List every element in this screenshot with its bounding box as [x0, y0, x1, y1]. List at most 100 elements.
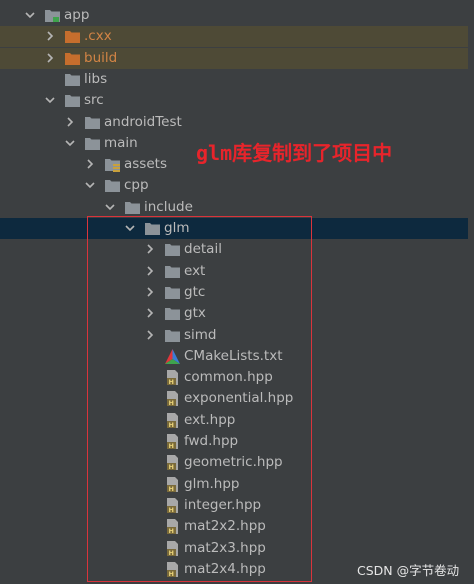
- assets-folder-icon: [104, 157, 121, 173]
- tree-row-integer-hpp[interactable]: Hinteger.hpp: [0, 495, 474, 516]
- module-folder-icon: [44, 8, 61, 23]
- excluded-folder-icon: [64, 51, 81, 66]
- tree-row-label: mat2x3.hpp: [184, 539, 266, 556]
- folder-icon: [164, 306, 181, 321]
- tree-row-mat2x2-hpp[interactable]: Hmat2x2.hpp: [0, 516, 474, 537]
- annotation-text: glm库复制到了项目中: [196, 141, 393, 165]
- chevron-down-icon[interactable]: [104, 197, 118, 218]
- header-file-icon: H: [164, 519, 181, 535]
- header-file-icon: H: [164, 497, 181, 514]
- tree-row-exponential-hpp[interactable]: Hexponential.hpp: [0, 388, 474, 409]
- watermark: CSDN @字节卷动: [357, 563, 460, 578]
- tree-row-fwd-hpp[interactable]: Hfwd.hpp: [0, 431, 474, 452]
- excluded-folder-icon: [64, 29, 81, 44]
- header-file-icon: H: [164, 370, 181, 386]
- tree-row-label: src: [84, 92, 104, 109]
- tree-row-label: fwd.hpp: [184, 433, 239, 449]
- chevron-right-icon[interactable]: [144, 282, 158, 303]
- folder-icon: [164, 242, 181, 257]
- chevron-down-icon[interactable]: [44, 90, 58, 111]
- tree-row-detail[interactable]: detail: [0, 239, 474, 260]
- tree-row-app[interactable]: app: [0, 5, 474, 26]
- chevron-right-icon[interactable]: [144, 261, 158, 282]
- chevron-right-icon[interactable]: [64, 112, 78, 133]
- svg-text:H: H: [169, 399, 174, 406]
- tree-row-common-hpp[interactable]: Hcommon.hpp: [0, 367, 474, 388]
- tree-row-label: gtc: [184, 283, 206, 300]
- chevron-right-icon[interactable]: [144, 325, 158, 346]
- tree-row-label: glm: [164, 220, 190, 236]
- tree-row-label: cpp: [124, 177, 149, 194]
- tree-row-ext-hpp[interactable]: Hext.hpp: [0, 410, 474, 431]
- folder-icon: [164, 285, 181, 300]
- chevron-right-icon[interactable]: [144, 239, 158, 260]
- tree-row-label: geometric.hpp: [184, 454, 283, 471]
- chevron-right-icon[interactable]: [44, 48, 58, 69]
- folder-icon: [84, 115, 101, 130]
- chevron-down-icon[interactable]: [124, 218, 138, 239]
- tree-row-build[interactable]: build: [0, 47, 474, 69]
- tree-row-include[interactable]: include: [0, 197, 474, 218]
- cmake-icon: [164, 348, 181, 364]
- tree-row-label: integer.hpp: [184, 496, 262, 513]
- chevron-right-icon[interactable]: [44, 26, 58, 47]
- tree-row-gtx[interactable]: gtx: [0, 303, 474, 324]
- header-file-icon: H: [164, 412, 181, 429]
- tree-row-label: gtx: [184, 305, 206, 322]
- tree-row-gtc[interactable]: gtc: [0, 282, 474, 303]
- svg-text:H: H: [169, 570, 174, 577]
- tree-row-glm[interactable]: glm: [0, 218, 474, 239]
- tree-row-glm-hpp[interactable]: Hglm.hpp: [0, 474, 474, 495]
- scrollbar[interactable]: [468, 0, 474, 584]
- svg-text:H: H: [169, 463, 174, 470]
- folder-icon: [164, 264, 181, 279]
- tree-row-geometric-hpp[interactable]: Hgeometric.hpp: [0, 452, 474, 473]
- svg-text:H: H: [169, 485, 174, 492]
- tree-row-cxx[interactable]: .cxx: [0, 26, 474, 48]
- tree-row-libs[interactable]: libs: [0, 69, 474, 90]
- svg-text:H: H: [169, 442, 174, 449]
- tree-row-label: simd: [184, 326, 217, 343]
- folder-icon: [164, 328, 181, 343]
- tree-row-ext[interactable]: ext: [0, 261, 474, 282]
- tree-row-cmakelists-txt[interactable]: CMakeLists.txt: [0, 346, 474, 367]
- folder-icon: [84, 136, 101, 151]
- tree-row-label: include: [144, 198, 193, 215]
- tree-row-label: androidTest: [104, 113, 182, 130]
- svg-text:H: H: [169, 378, 174, 385]
- tree-row-src[interactable]: src: [0, 90, 474, 111]
- svg-text:H: H: [169, 421, 174, 428]
- tree-row-androidtest[interactable]: androidTest: [0, 112, 474, 133]
- tree-row-label: app: [64, 7, 90, 23]
- chevron-down-icon[interactable]: [84, 175, 98, 196]
- folder-icon: [124, 200, 141, 215]
- header-file-icon: H: [164, 561, 181, 578]
- header-file-icon: H: [164, 540, 181, 557]
- tree-row-label: ext.hpp: [184, 411, 236, 428]
- tree-row-cpp[interactable]: cpp: [0, 175, 474, 196]
- chevron-right-icon[interactable]: [144, 303, 158, 324]
- tree-row-label: .cxx: [84, 28, 112, 45]
- folder-icon: [104, 178, 121, 193]
- chevron-down-icon[interactable]: [64, 133, 78, 154]
- tree-row-label: main: [104, 134, 138, 151]
- svg-text:H: H: [169, 506, 174, 513]
- tree-row-mat2x3-hpp[interactable]: Hmat2x3.hpp: [0, 538, 474, 559]
- chevron-right-icon[interactable]: [84, 154, 98, 175]
- header-file-icon: H: [164, 476, 181, 493]
- chevron-down-icon[interactable]: [24, 5, 38, 26]
- folder-icon: [64, 72, 81, 87]
- header-file-icon: H: [164, 434, 181, 450]
- tree-row-label: ext: [184, 262, 206, 279]
- tree-row-label: build: [84, 49, 118, 66]
- folder-icon: [64, 93, 81, 108]
- tree-row-label: common.hpp: [184, 369, 273, 386]
- tree-row-label: mat2x2.hpp: [184, 518, 266, 535]
- tree-row-label: libs: [84, 70, 108, 87]
- tree-row-label: detail: [184, 241, 222, 258]
- tree-row-label: exponential.hpp: [184, 390, 294, 407]
- tree-row-simd[interactable]: simd: [0, 325, 474, 346]
- svg-text:H: H: [169, 549, 174, 556]
- tree-row-label: CMakeLists.txt: [184, 347, 283, 364]
- header-file-icon: H: [164, 455, 181, 471]
